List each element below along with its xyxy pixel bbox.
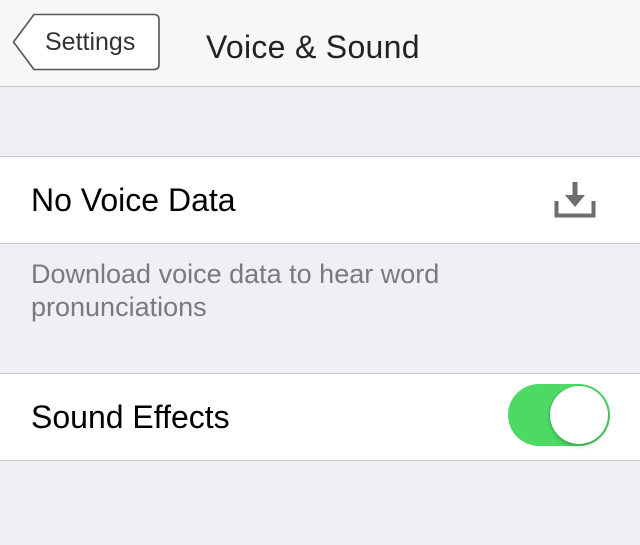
back-button-label: Settings	[45, 28, 136, 56]
back-button[interactable]: Settings	[12, 13, 160, 71]
download-icon[interactable]	[554, 182, 596, 218]
toggle-knob	[550, 386, 608, 444]
navigation-bar: Settings Voice & Sound	[0, 0, 640, 87]
voice-data-description: Download voice data to hear word pronunc…	[31, 259, 440, 322]
sound-effects-label: Sound Effects	[31, 399, 230, 435]
page-title: Voice & Sound	[206, 29, 420, 65]
voice-data-label: No Voice Data	[31, 182, 236, 218]
sound-effects-toggle[interactable]	[508, 384, 610, 446]
voice-data-row[interactable]: No Voice Data	[0, 156, 640, 244]
